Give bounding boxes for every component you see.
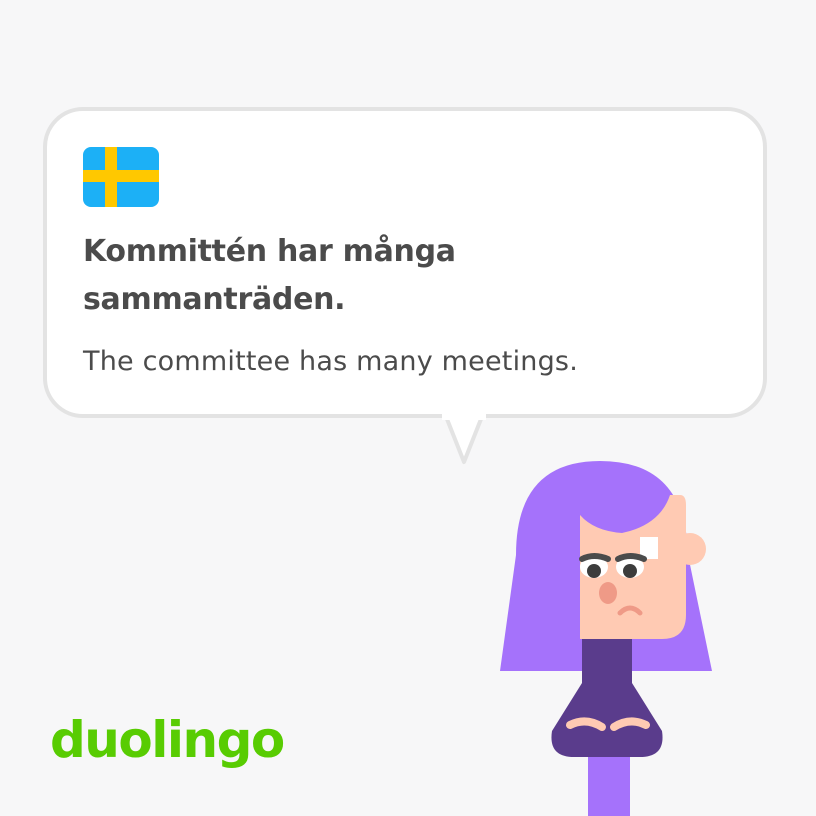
english-translation: The committee has many meetings. [83,346,578,377]
duolingo-logo: duolingo [50,711,285,769]
swedish-sentence: Kommittén har många sammanträden. [83,234,456,317]
lily-character-icon [500,461,712,816]
sweden-flag-icon [83,147,159,207]
speech-bubble-tail [442,414,486,464]
